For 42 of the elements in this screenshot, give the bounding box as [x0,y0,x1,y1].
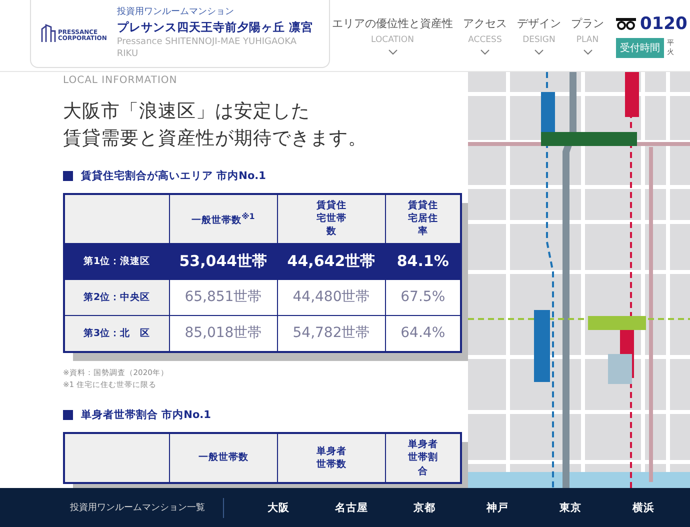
row-header: 第1位：浪速区 [64,243,170,280]
city-link[interactable]: 大阪 [242,500,315,514]
section-label: LOCAL INFORMATION [63,75,178,86]
city-link[interactable]: 京都 [388,500,461,514]
column-header: 一般世帯数$^{※1}$ [169,194,278,244]
footer-title: 投資用ワンルームマンション一覧 [70,502,205,514]
chevron-down-icon [388,49,398,55]
building-icon [41,23,57,43]
nav-link[interactable]: デザイン DESIGN [517,16,561,55]
table-title: 賃貸住宅割合が高いエリア 市内No.1 [81,168,266,183]
column-header: 賃貸住宅世帯数 [277,194,386,244]
table-cell: 53,044世帯 [169,243,278,280]
heading-line: 賃貸需要と資産性が期待できます。 [63,126,368,151]
city-link[interactable]: 横浜 [607,500,680,514]
nav-link[interactable]: エリアの優位性と資産性 LOCATION [332,16,453,55]
phone-number[interactable]: 0120 [640,14,688,34]
free-dial-icon [616,18,636,30]
nav-link[interactable]: プラン PLAN [571,16,604,55]
heading-line: 大阪市「浪速区」は安定した [63,100,311,124]
column-header: 賃貸住宅居住率 [385,194,461,244]
row-header: 第2位：中央区 [64,279,170,316]
column-header: 単身者世帯数 [277,433,386,484]
table-title: 単身者世帯割合 市内No.1 [81,408,211,422]
square-bullet-icon [63,170,73,181]
table-cell: 44,642世帯 [277,243,386,280]
property-name-english: Pressance SHITENNOJI-MAE YUHIGAOKA RIKU [116,37,298,61]
column-header: 一般世帯数 [170,433,278,484]
square-bullet-icon [63,410,73,420]
city-link[interactable]: 東京 [534,500,607,514]
row-header: 第3位：北 区 [64,315,170,352]
nav-link[interactable]: アクセス ACCESS [463,16,507,55]
table-cell: 44,480世帯 [277,279,386,316]
table-cell: 65,851世帯 [169,279,278,316]
property-name: プレサンス四天王寺前夕陽ヶ丘 凛宮 [116,20,313,36]
city-link[interactable]: 神戸 [461,500,534,514]
column-header: 単身者世帯割合 [385,433,461,484]
chevron-down-icon [582,49,592,55]
table-cell: 84.1% [385,243,461,280]
property-tagline: 投資用ワンルームマンション [116,6,235,18]
city-link[interactable]: 名古屋 [315,500,388,514]
chevron-down-icon [534,49,544,55]
chevron-down-icon [480,49,490,55]
